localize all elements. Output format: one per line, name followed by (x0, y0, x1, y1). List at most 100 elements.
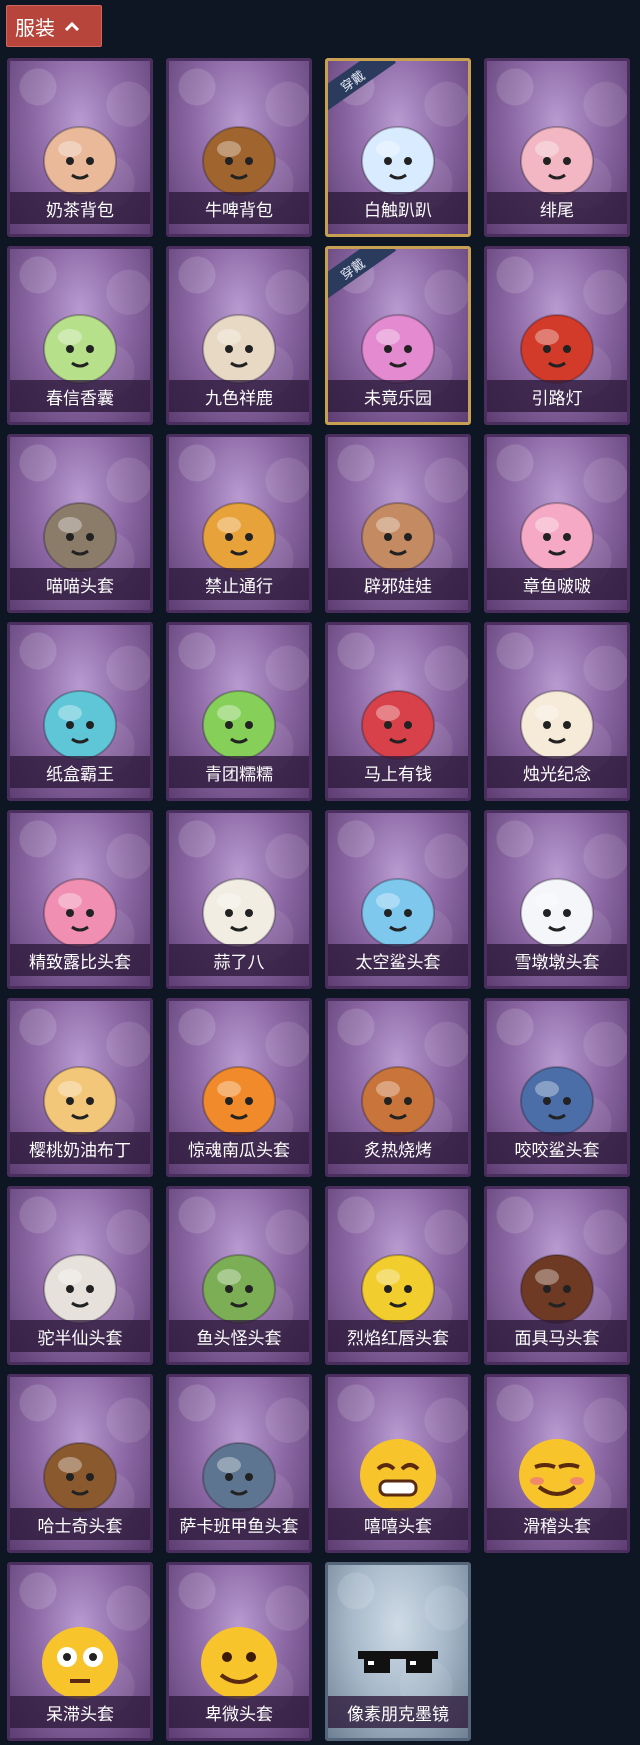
item-name: 炙热烧烤 (328, 1132, 468, 1164)
item-name: 雪墩墩头套 (487, 944, 627, 976)
lantern-icon (509, 301, 605, 387)
outfit-item-card[interactable]: 樱桃奶油布丁 (7, 998, 153, 1177)
outfit-grid: 奶茶背包 牛啤背包 穿戴 白触趴趴 绯尾春信香囊 九色祥鹿 穿戴 未竟乐园 引路灯喵喵头套 禁止通… (7, 58, 630, 1741)
octopus-icon (509, 489, 605, 575)
space-shark-icon (350, 865, 446, 951)
white-plush-icon (350, 113, 446, 199)
item-name: 辟邪娃娃 (328, 568, 468, 600)
outfit-item-card[interactable]: 嘻嘻头套 (325, 1374, 471, 1553)
cow-beer-backpack-icon (191, 113, 287, 199)
outfit-item-card[interactable]: 驼半仙头套 (7, 1186, 153, 1365)
outfit-item-card[interactable]: 像素朋克墨镜 (325, 1562, 471, 1741)
outfit-item-card[interactable]: 卑微头套 (166, 1562, 312, 1741)
outfit-item-card[interactable]: 蒜了八 (166, 810, 312, 989)
sacabambaspis-icon (191, 1429, 287, 1515)
outfit-item-card[interactable]: 面具马头套 (484, 1186, 630, 1365)
item-name: 萨卡班甲鱼头套 (169, 1508, 309, 1540)
item-name: 面具马头套 (487, 1320, 627, 1352)
item-name: 鱼头怪头套 (169, 1320, 309, 1352)
item-name: 牛啤背包 (169, 192, 309, 224)
outfit-item-card[interactable]: 引路灯 (484, 246, 630, 425)
green-bun-icon (191, 677, 287, 763)
item-name: 喵喵头套 (10, 568, 150, 600)
girl-head-icon (350, 489, 446, 575)
outfit-item-card[interactable]: 九色祥鹿 (166, 246, 312, 425)
item-name: 章鱼啵啵 (487, 568, 627, 600)
stare-emoji-icon (32, 1617, 128, 1703)
item-name: 禁止通行 (169, 568, 309, 600)
item-name: 白触趴趴 (328, 192, 468, 224)
red-horse-icon (350, 677, 446, 763)
outfit-item-card[interactable]: 辟邪娃娃 (325, 434, 471, 613)
outfit-item-card[interactable]: 惊魂南瓜头套 (166, 998, 312, 1177)
outfit-item-card[interactable]: 呆滞头套 (7, 1562, 153, 1741)
outfit-item-card[interactable]: 太空鲨头套 (325, 810, 471, 989)
doll-icon (350, 301, 446, 387)
outfit-item-card[interactable]: 雪墩墩头套 (484, 810, 630, 989)
outfit-item-card[interactable]: 牛啤背包 (166, 58, 312, 237)
pudding-icon (32, 1053, 128, 1139)
outfit-item-card[interactable]: 穿戴 未竟乐园 (325, 246, 471, 425)
item-name: 哈士奇头套 (10, 1508, 150, 1540)
outfit-item-card[interactable]: 马上有钱 (325, 622, 471, 801)
item-name: 蒜了八 (169, 944, 309, 976)
deer-icon (191, 301, 287, 387)
shark-icon (509, 1053, 605, 1139)
item-name: 春信香囊 (10, 380, 150, 412)
clothing-section-toggle[interactable]: 服装 (6, 5, 102, 47)
husky-icon (32, 1429, 128, 1515)
garlic-icon (191, 865, 287, 951)
yellow-mask-icon (350, 1241, 446, 1327)
outfit-item-card[interactable]: 春信香囊 (7, 246, 153, 425)
outfit-item-card[interactable]: 鱼头怪头套 (166, 1186, 312, 1365)
item-name: 滑稽头套 (487, 1508, 627, 1540)
item-name: 樱桃奶油布丁 (10, 1132, 150, 1164)
outfit-item-card[interactable]: 纸盒霸王 (7, 622, 153, 801)
outfit-item-card[interactable]: 青团糯糯 (166, 622, 312, 801)
outfit-item-card[interactable]: 滑稽头套 (484, 1374, 630, 1553)
item-name: 引路灯 (487, 380, 627, 412)
pixel-sunglasses-icon (350, 1617, 446, 1703)
cat-head-icon (32, 489, 128, 575)
outfit-item-card[interactable]: 喵喵头套 (7, 434, 153, 613)
outfit-item-card[interactable]: 奶茶背包 (7, 58, 153, 237)
item-name: 卑微头套 (169, 1696, 309, 1728)
item-name: 嘻嘻头套 (328, 1508, 468, 1540)
outfit-item-card[interactable]: 禁止通行 (166, 434, 312, 613)
item-name: 烈焰红唇头套 (328, 1320, 468, 1352)
milk-tea-backpack-icon (32, 113, 128, 199)
chevron-up-icon (64, 21, 80, 32)
outfit-item-card[interactable]: 章鱼啵啵 (484, 434, 630, 613)
outfit-item-card[interactable]: 穿戴 白触趴趴 (325, 58, 471, 237)
item-name: 驼半仙头套 (10, 1320, 150, 1352)
grin-emoji-icon (350, 1429, 446, 1515)
item-name: 九色祥鹿 (169, 380, 309, 412)
outfit-item-card[interactable]: 烈焰红唇头套 (325, 1186, 471, 1365)
item-name: 像素朋克墨镜 (328, 1696, 468, 1728)
item-name: 咬咬鲨头套 (487, 1132, 627, 1164)
outfit-item-card[interactable]: 绯尾 (484, 58, 630, 237)
outfit-item-card[interactable]: 炙热烧烤 (325, 998, 471, 1177)
outfit-item-card[interactable]: 萨卡班甲鱼头套 (166, 1374, 312, 1553)
pumpkin-icon (191, 1053, 287, 1139)
item-name: 绯尾 (487, 192, 627, 224)
item-name: 太空鲨头套 (328, 944, 468, 976)
candle-icon (509, 677, 605, 763)
alpaca-sunglasses-icon (32, 1241, 128, 1327)
outfit-item-card[interactable]: 精致露比头套 (7, 810, 153, 989)
horse-head-icon (509, 1241, 605, 1327)
snowman-icon (509, 865, 605, 951)
pink-beaver-icon (32, 865, 128, 951)
sachet-icon (32, 301, 128, 387)
section-title: 服装 (15, 15, 55, 40)
bbq-icon (350, 1053, 446, 1139)
item-name: 惊魂南瓜头套 (169, 1132, 309, 1164)
item-name: 纸盒霸王 (10, 756, 150, 788)
outfit-item-card[interactable]: 烛光纪念 (484, 622, 630, 801)
item-name: 马上有钱 (328, 756, 468, 788)
smirk-emoji-icon (509, 1429, 605, 1515)
outfit-item-card[interactable]: 咬咬鲨头套 (484, 998, 630, 1177)
box-dino-icon (32, 677, 128, 763)
barrier-icon (191, 489, 287, 575)
outfit-item-card[interactable]: 哈士奇头套 (7, 1374, 153, 1553)
